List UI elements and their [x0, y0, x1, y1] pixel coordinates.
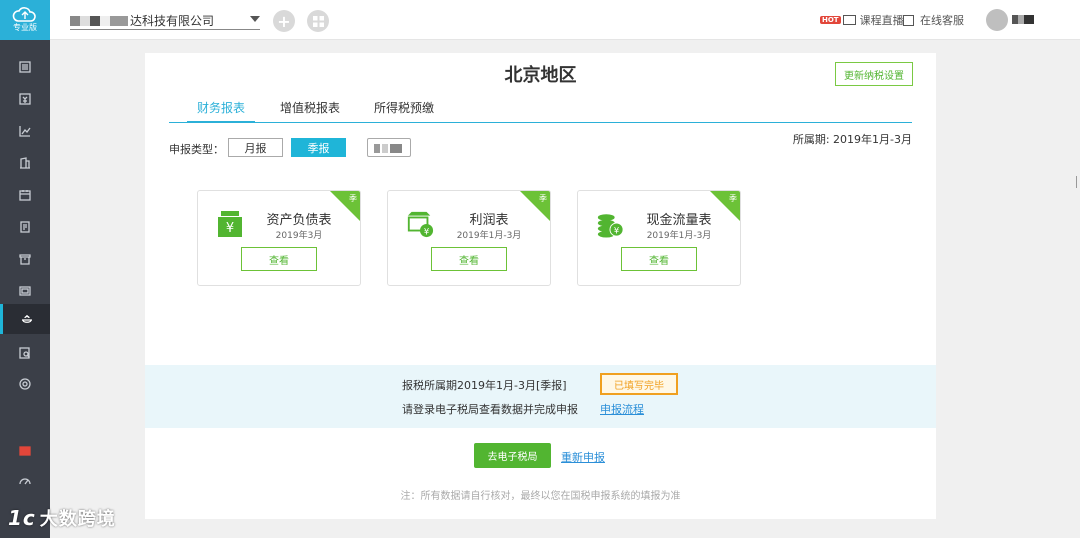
svg-text:¥: ¥ — [424, 226, 429, 236]
username-redaction[interactable] — [1012, 15, 1034, 24]
report-type-label: 申报类型： — [169, 143, 224, 156]
sidebar-item-ledger[interactable] — [0, 52, 50, 82]
card-date: 2019年1月-3月 — [456, 231, 522, 241]
card-title: 利润表 — [469, 213, 509, 228]
svg-text:¥: ¥ — [226, 221, 234, 236]
card-date: 2019年1月-3月 — [646, 231, 712, 241]
tab-income-tax-prepay[interactable]: 所得税预缴 — [374, 99, 434, 116]
sidebar-item-building[interactable] — [0, 148, 50, 178]
cloud-logo-icon — [12, 7, 36, 22]
live-course-link[interactable]: HOT 课程直播 — [820, 0, 904, 40]
report-tabs: 财务报表 增值税报表 所得税预缴 — [169, 97, 912, 123]
company-name: 达科技有限公司 — [130, 14, 215, 28]
card-balance-sheet: 季 ¥ 资产负债表 2019年3月 查看 — [197, 190, 361, 286]
tax-icon — [21, 315, 32, 323]
gift-icon — [19, 446, 31, 456]
update-tax-settings-button[interactable]: 更新纳税设置 — [835, 62, 913, 86]
sidebar-item-gift[interactable] — [0, 435, 50, 465]
tab-financial-statements[interactable]: 财务报表 — [186, 99, 256, 123]
calendar-icon — [19, 190, 31, 201]
search-doc-icon — [19, 347, 30, 359]
voucher-icon — [19, 93, 31, 105]
period-label: 所属期: 2019年1月-3月 — [792, 133, 912, 146]
view-button[interactable]: 查看 — [431, 247, 507, 271]
edition-label: 专业版 — [13, 23, 37, 32]
watermark-logo: 1c — [8, 506, 36, 530]
sidebar-item-settings[interactable] — [0, 369, 50, 399]
chart-icon — [19, 126, 31, 137]
region-title: 北京地区 — [504, 65, 577, 86]
online-service-label: 在线客服 — [920, 14, 964, 27]
sidebar: 专业版 — [0, 0, 50, 538]
filing-info-band: 报税所属期2019年1月-3月[季报] 请登录电子税局查看数据并完成申报 已填写… — [145, 365, 936, 428]
sidebar-item-chart[interactable] — [0, 116, 50, 146]
company-selector[interactable]: 达科技有限公司 — [70, 12, 260, 30]
watermark-text: 大数跨境 — [39, 509, 116, 530]
corner-tag-label: 季 — [539, 194, 547, 203]
top-bar: 达科技有限公司 + HOT 课程直播 在线客服 — [50, 0, 1080, 40]
coins-icon: ¥ — [597, 214, 624, 238]
filing-period-text: 报税所属期2019年1月-3月[季报] — [402, 379, 567, 392]
card-title: 资产负债表 — [266, 213, 332, 228]
tab-vat-report[interactable]: 增值税报表 — [280, 99, 340, 116]
report-icon — [19, 286, 31, 296]
filing-process-link[interactable]: 申报流程 — [600, 401, 644, 417]
type-quarterly-button[interactable]: 季报 — [291, 138, 346, 157]
add-company-button[interactable]: + — [273, 10, 295, 32]
speedometer-icon — [19, 478, 31, 485]
corner-tag-label: 季 — [729, 194, 737, 203]
type-redacted-option[interactable] — [367, 138, 411, 157]
ledger-icon — [19, 61, 31, 73]
filing-instruction-text: 请登录电子税局查看数据并完成申报 — [402, 403, 578, 416]
sidebar-item-calendar[interactable] — [0, 180, 50, 210]
corner-tag-label: 季 — [349, 194, 357, 203]
sidebar-item-document[interactable] — [0, 212, 50, 242]
card-income-statement: 季 ¥ 利润表 2019年1月-3月 查看 — [387, 190, 551, 286]
disclaimer-note: 注：所有数据请自行核对，最终以您在国税申报系统的填报为准 — [400, 491, 681, 502]
shop-yuan-icon: ¥ — [407, 211, 434, 238]
card-title: 现金流量表 — [646, 213, 712, 228]
card-cash-flow-statement: 季 ¥ 现金流量表 2019年1月-3月 查看 — [577, 190, 741, 286]
sidebar-item-search-doc[interactable] — [0, 338, 50, 368]
building-icon — [20, 157, 30, 169]
sidebar-item-archive[interactable] — [0, 244, 50, 274]
sidebar-item-voucher[interactable] — [0, 84, 50, 114]
view-button[interactable]: 查看 — [241, 247, 317, 271]
chevron-down-icon[interactable] — [250, 16, 260, 22]
online-service-link[interactable]: 在线客服 — [903, 0, 964, 40]
status-badge: 已填写完毕 — [600, 373, 678, 395]
sidebar-item-tax[interactable] — [0, 304, 50, 334]
sidebar-item-report[interactable] — [0, 276, 50, 306]
document-icon — [20, 221, 30, 233]
scroll-edge-marker — [1076, 176, 1080, 188]
brand-logo[interactable]: 专业版 — [0, 0, 50, 40]
settings-icon — [19, 378, 31, 390]
yuan-bag-icon: ¥ — [218, 211, 242, 237]
tax-panel: 北京地区 更新纳税设置 财务报表 增值税报表 所得税预缴 申报类型： 月报 季报… — [145, 53, 936, 519]
view-button[interactable]: 查看 — [621, 247, 697, 271]
video-icon — [842, 15, 856, 25]
company-name-redaction — [70, 15, 128, 26]
hot-badge: HOT — [820, 16, 841, 24]
sidebar-item-speedometer[interactable] — [0, 466, 50, 496]
watermark: 1c 大数跨境 — [8, 503, 148, 533]
card-date: 2019年3月 — [275, 231, 323, 241]
svg-text:¥: ¥ — [614, 225, 619, 235]
archive-icon — [19, 254, 31, 265]
refile-link[interactable]: 重新申报 — [561, 449, 605, 465]
grid-apps-button[interactable] — [307, 10, 329, 32]
book-icon — [903, 14, 914, 26]
go-e-tax-bureau-button[interactable]: 去电子税局 — [474, 443, 551, 468]
avatar[interactable] — [986, 9, 1008, 31]
grid-icon — [312, 15, 324, 27]
live-course-label: 课程直播 — [859, 14, 904, 27]
type-monthly-button[interactable]: 月报 — [228, 138, 283, 157]
